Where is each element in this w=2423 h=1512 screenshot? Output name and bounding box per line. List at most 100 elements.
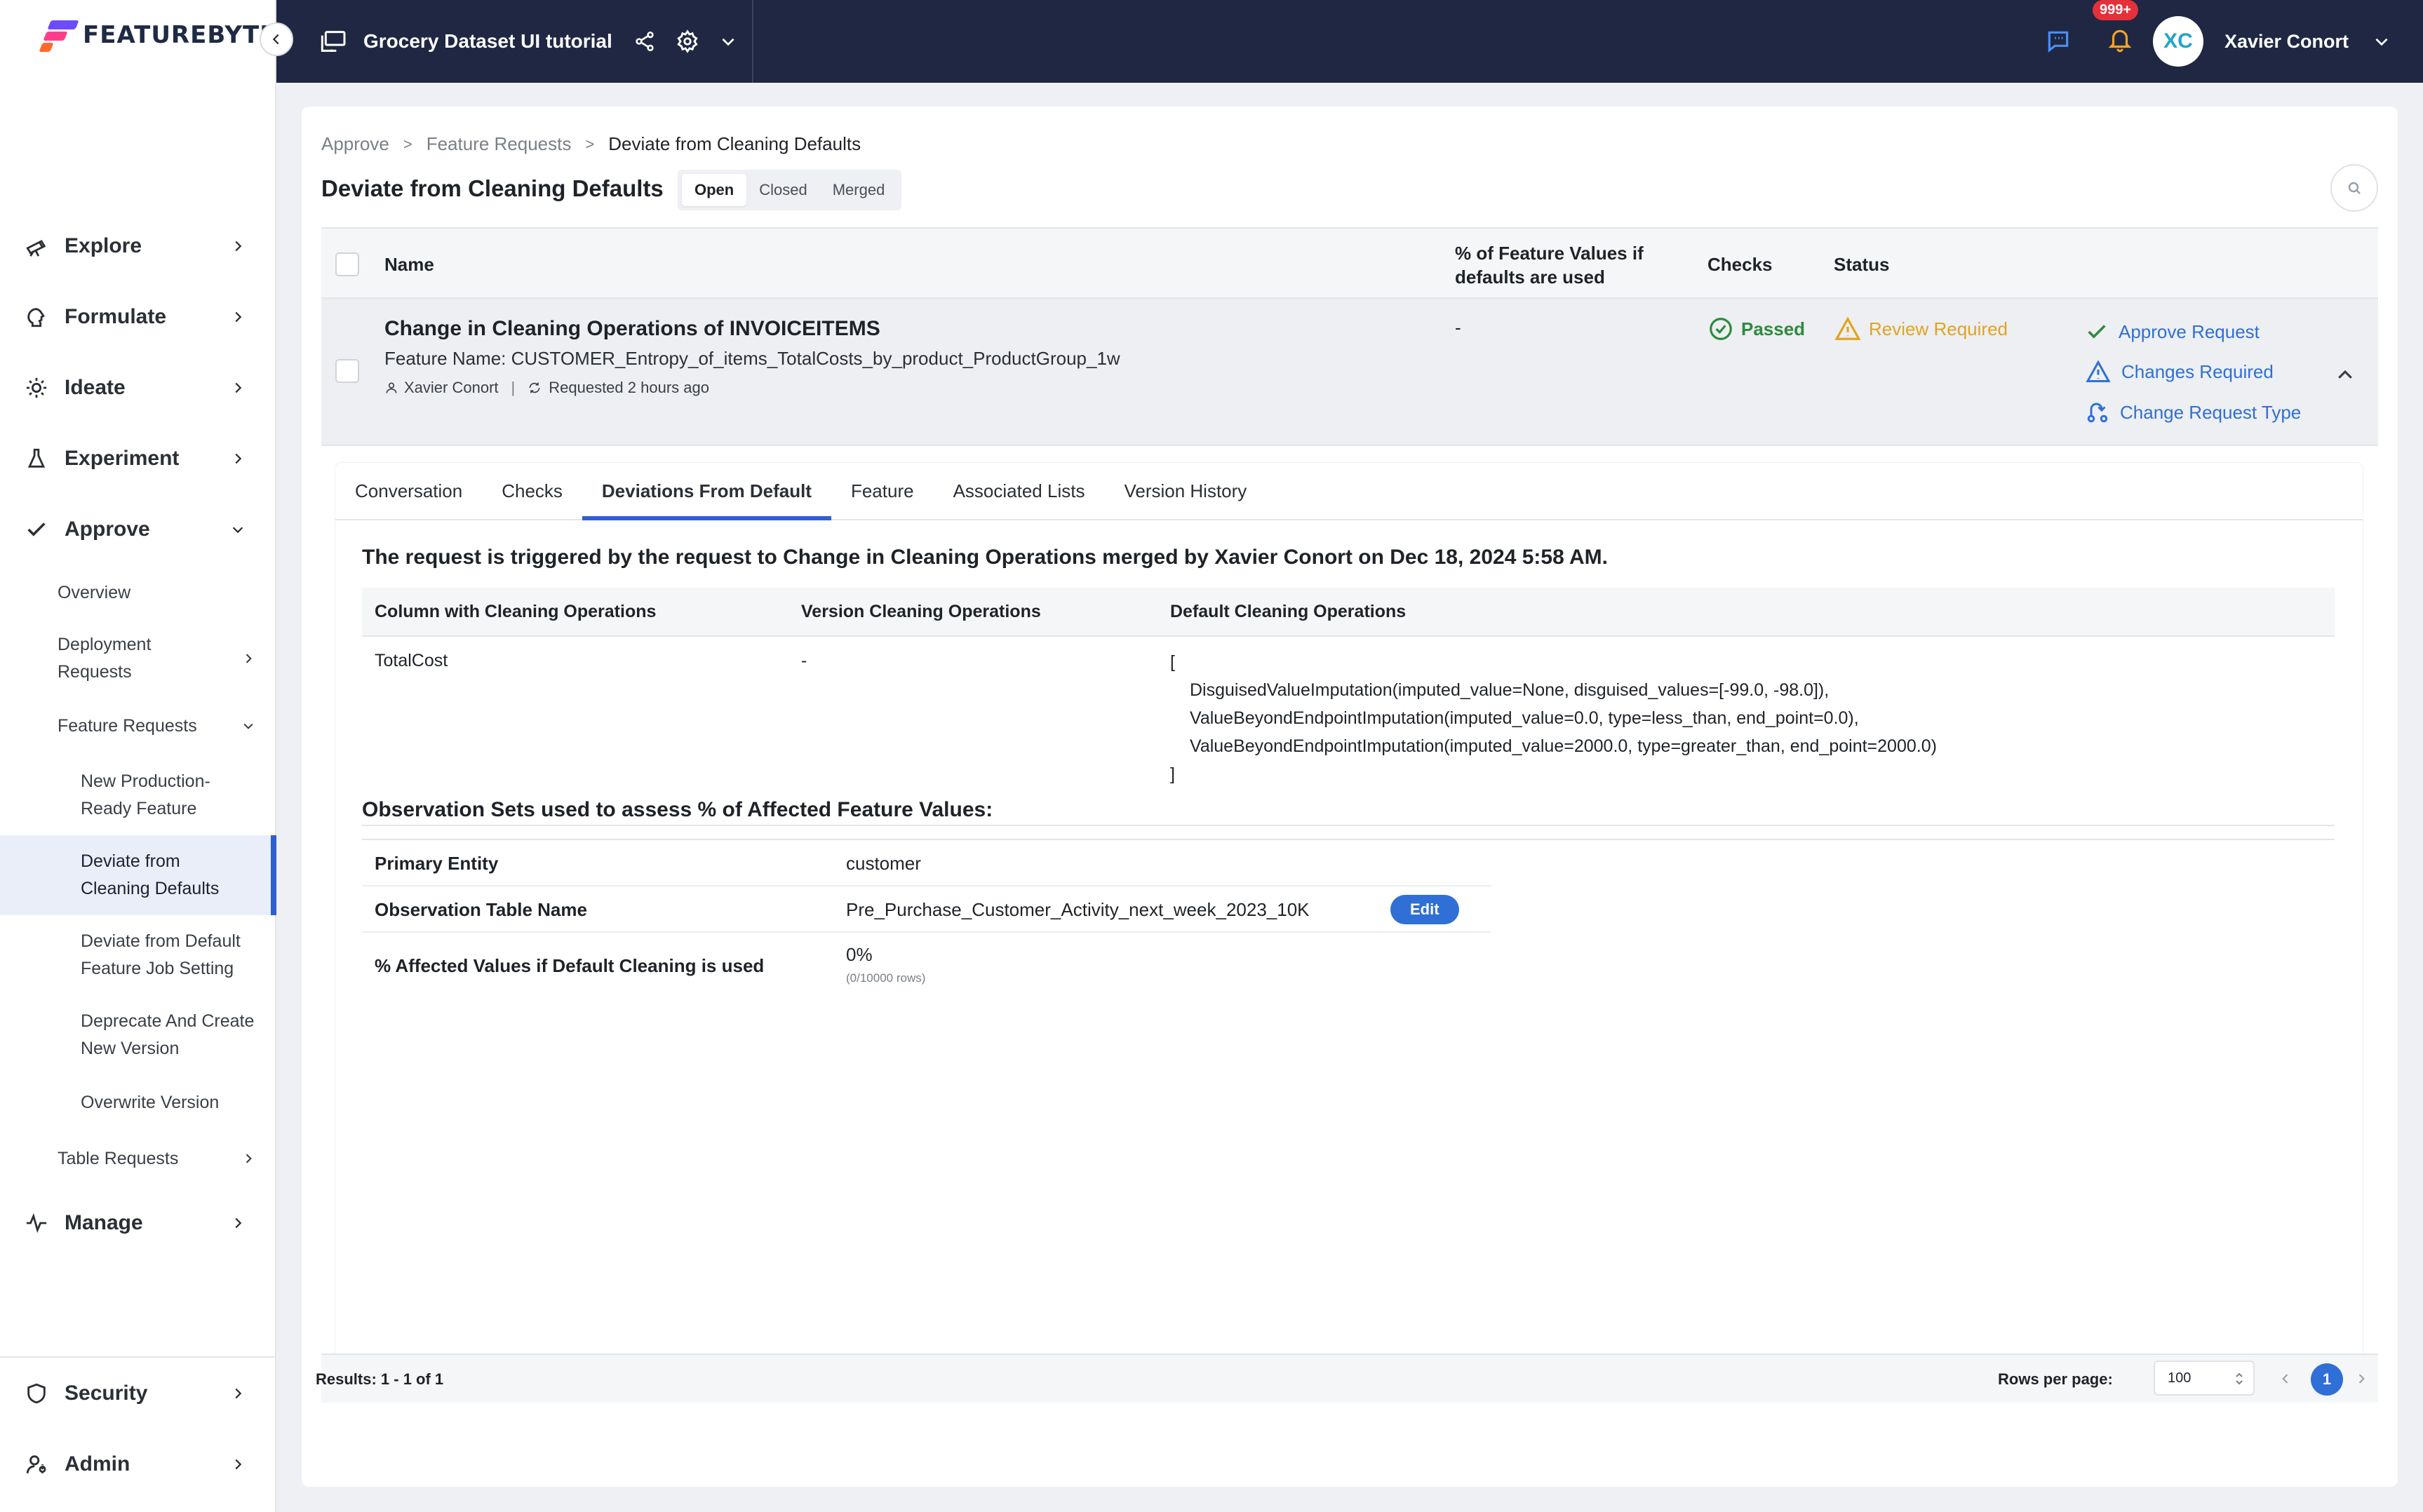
page-button-current[interactable]: 1 (2311, 1363, 2343, 1396)
chevron-right-icon (246, 1154, 252, 1163)
notifications[interactable]: 999+ (2092, 0, 2139, 57)
column-header-pct[interactable]: % of Feature Values if defaults are used (1455, 241, 1679, 289)
nav-security[interactable]: Security (0, 1358, 276, 1429)
nav-experiment[interactable]: Experiment (0, 423, 276, 494)
select-all-checkbox[interactable] (335, 252, 359, 276)
chevron-down-icon[interactable] (719, 32, 737, 50)
obs-row-affected: % Affected Values if Default Cleaning is… (362, 933, 1491, 1003)
table-row[interactable]: Change in Cleaning Operations of INVOICE… (321, 299, 2378, 446)
sidebar-item-overwrite[interactable]: Overwrite Version (0, 1075, 276, 1130)
breadcrumb: Approve > Feature Requests > Deviate fro… (321, 133, 861, 155)
changes-required-label: Changes Required (2121, 360, 2274, 382)
ops-line: ValueBeyondEndpointImputation(imputed_va… (1190, 736, 1937, 756)
monitor-icon (321, 31, 346, 52)
sidebar-item-overview[interactable]: Overview (0, 565, 276, 621)
sidebar-item-deployment-requests[interactable]: Deployment Requests (0, 621, 276, 696)
request-title[interactable]: Change in Cleaning Operations of INVOICE… (384, 317, 880, 341)
chevron-right-icon (235, 1459, 242, 1469)
tab-version-history[interactable]: Version History (1104, 463, 1266, 519)
nav-manage[interactable]: Manage (0, 1187, 276, 1258)
edit-button[interactable]: Edit (1390, 895, 1459, 924)
change-request-type-button[interactable]: Change Request Type (2085, 400, 2301, 425)
column-header-checks[interactable]: Checks (1707, 254, 1773, 276)
table-name-label: Observation Table Name (375, 899, 587, 920)
details-tabs: Conversation Checks Deviations From Defa… (335, 463, 2363, 520)
breadcrumb-approve[interactable]: Approve (321, 133, 389, 155)
sidebar-item-new-production-feature[interactable]: New Production-Ready Feature (0, 755, 276, 835)
chevron-right-icon (235, 311, 242, 322)
nav-approve[interactable]: Approve (0, 494, 276, 565)
brand-logo[interactable]: FEATUREBYTE (39, 15, 276, 55)
sidebar: FEATUREBYTE Explore Formulate Ideate Exp… (0, 0, 276, 1512)
obs-row-table-name: Observation Table Name Pre_Purchase_Cust… (362, 886, 1491, 933)
telescope-icon (24, 234, 49, 259)
search-icon (2348, 182, 2361, 194)
primary-entity-value: customer (846, 853, 921, 874)
chevron-right-icon[interactable] (2354, 1372, 2368, 1386)
search-button[interactable] (2330, 164, 2378, 212)
sidebar-item-deprecate[interactable]: Deprecate And Create New Version (0, 995, 276, 1075)
top-bar: Grocery Dataset UI tutorial 999+ XC Xavi… (260, 0, 2423, 83)
rows-per-page-select[interactable]: 100 (2154, 1361, 2255, 1396)
sidebar-item-label: New Production-Ready Feature (81, 771, 210, 818)
sidebar-item-feature-requests[interactable]: Feature Requests (0, 696, 276, 755)
review-status-label: Review Required (1869, 318, 2008, 339)
chevron-down-icon (232, 526, 243, 533)
filter-open[interactable]: Open (682, 174, 747, 206)
version-ops: - (801, 651, 807, 670)
refresh-icon (529, 382, 540, 393)
activity-icon (24, 1210, 49, 1236)
collapse-sidebar-button[interactable] (260, 22, 293, 56)
tab-feature[interactable]: Feature (831, 463, 934, 519)
table-name-value: Pre_Purchase_Customer_Activity_next_week… (846, 899, 1310, 920)
chevron-right-icon (235, 1217, 242, 1228)
logo-icon (39, 18, 79, 53)
tab-checks[interactable]: Checks (482, 463, 582, 519)
nav-explore[interactable]: Explore (0, 210, 276, 281)
project-title[interactable]: Grocery Dataset UI tutorial (363, 30, 612, 53)
requests-table: Name % of Feature Values if defaults are… (321, 227, 2378, 446)
sidebar-item-deviate-cleaning[interactable]: Deviate from Cleaning Defaults (0, 835, 276, 915)
avatar[interactable]: XC (2152, 16, 2203, 67)
notification-count-badge: 999+ (2092, 0, 2139, 20)
chat-icon[interactable] (2045, 28, 2072, 55)
nav-manage-label: Manage (65, 1210, 143, 1234)
row-checkbox[interactable] (335, 359, 359, 383)
column-header-name[interactable]: Name (384, 254, 434, 276)
rows-per-page-value: 100 (2168, 1370, 2192, 1386)
column-header-status[interactable]: Status (1834, 254, 1889, 276)
affected-rows: (0/10000 rows) (846, 971, 926, 985)
sidebar-item-label: Deviate from Default Feature Job Setting (81, 931, 241, 978)
column-name: TotalCost (375, 651, 448, 670)
chevron-up-icon[interactable] (2335, 365, 2356, 386)
affected-label: % Affected Values if Default Cleaning is… (375, 955, 765, 976)
share-icon[interactable] (633, 30, 656, 53)
chevron-down-icon[interactable] (2372, 32, 2391, 50)
gear-icon[interactable] (676, 29, 699, 53)
request-details-panel: Conversation Checks Deviations From Defa… (335, 463, 2363, 1354)
sidebar-item-deviate-job-setting[interactable]: Deviate from Default Feature Job Setting (0, 915, 276, 995)
nav-admin[interactable]: Admin (0, 1429, 276, 1499)
nav-ideate[interactable]: Ideate (0, 352, 276, 423)
chevron-right-icon (246, 654, 252, 663)
chevron-left-icon[interactable] (2278, 1372, 2293, 1386)
sidebar-item-table-requests[interactable]: Table Requests (0, 1130, 276, 1187)
chevron-right-icon (235, 453, 242, 464)
warning-icon (1834, 316, 1861, 340)
changes-required-button[interactable]: Changes Required (2085, 359, 2274, 384)
approve-request-button[interactable]: Approve Request (2085, 320, 2260, 344)
checks-status-label: Passed (1741, 318, 1806, 339)
filter-merged[interactable]: Merged (820, 174, 898, 206)
nav-approve-label: Approve (65, 517, 150, 541)
tab-conversation[interactable]: Conversation (335, 463, 482, 519)
nav-experiment-label: Experiment (65, 446, 180, 470)
breadcrumb-feature-requests[interactable]: Feature Requests (427, 133, 572, 155)
user-name[interactable]: Xavier Conort (2224, 31, 2349, 53)
tab-deviations[interactable]: Deviations From Default (582, 463, 832, 520)
chevron-down-icon (243, 723, 253, 729)
nav-formulate[interactable]: Formulate (0, 281, 276, 352)
filter-closed[interactable]: Closed (746, 174, 819, 206)
tab-associated-lists[interactable]: Associated Lists (934, 463, 1105, 519)
feature-name: Feature Name: CUSTOMER_Entropy_of_items_… (384, 348, 1120, 369)
table-header: Name % of Feature Values if defaults are… (321, 227, 2378, 299)
